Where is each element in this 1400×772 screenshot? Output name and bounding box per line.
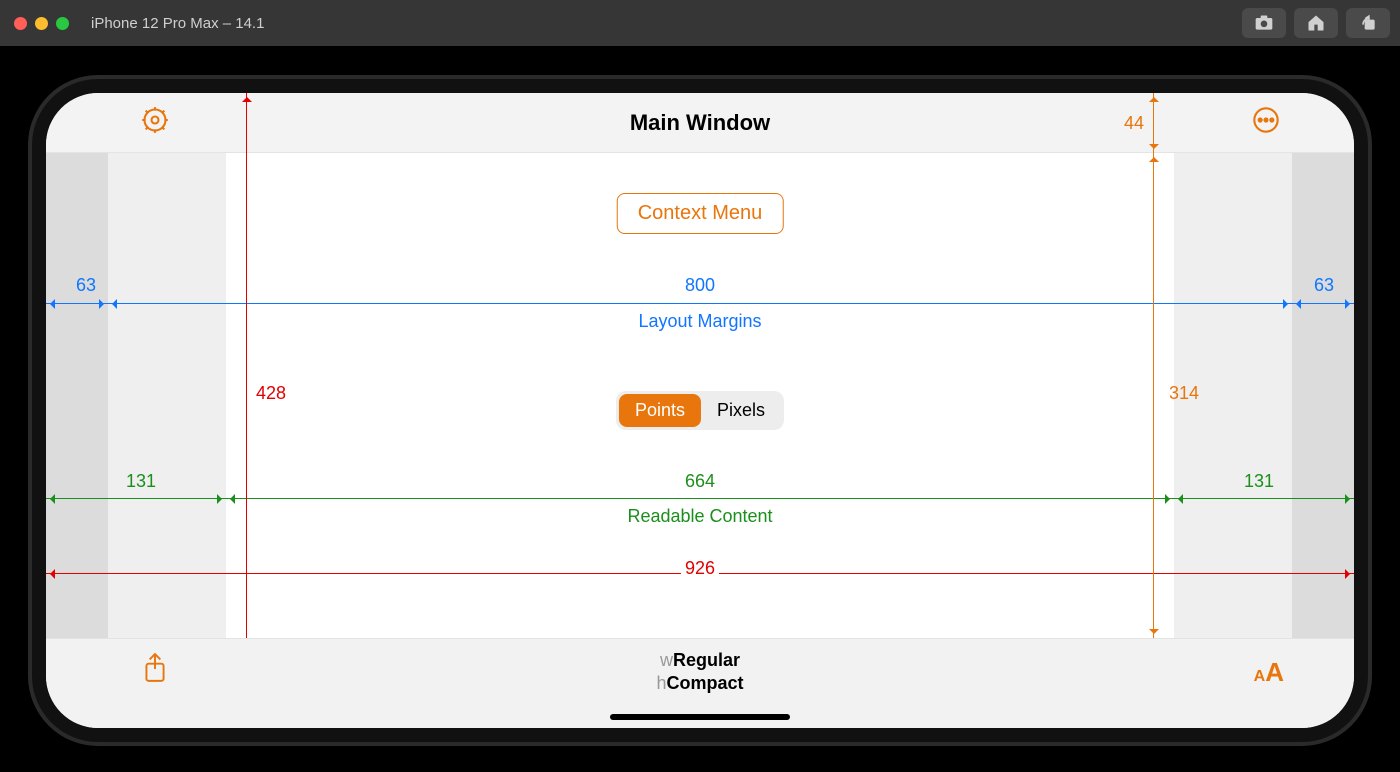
height-class-value: Compact bbox=[667, 673, 744, 693]
simulator-title: iPhone 12 Pro Max – 14.1 bbox=[91, 15, 264, 32]
readable-width-value: 664 bbox=[685, 471, 715, 492]
layout-margin-left bbox=[46, 153, 108, 638]
layout-margins-label: Layout Margins bbox=[638, 311, 761, 332]
page-title: Main Window bbox=[630, 110, 770, 136]
home-icon bbox=[1306, 13, 1326, 33]
readable-right-line bbox=[1174, 498, 1354, 499]
share-icon bbox=[142, 653, 168, 683]
window-controls bbox=[14, 17, 69, 30]
screen-width-value: 926 bbox=[681, 558, 719, 579]
nav-height-line bbox=[1153, 93, 1154, 153]
screenshot-button[interactable] bbox=[1242, 8, 1286, 38]
layout-margin-right-line bbox=[1292, 303, 1354, 304]
home-button[interactable] bbox=[1294, 8, 1338, 38]
text-size-big-icon: A bbox=[1265, 657, 1284, 687]
size-classes: wRegular hCompact bbox=[656, 649, 743, 696]
readable-left-line bbox=[46, 498, 226, 499]
device-frame: Main Window Context Menu Points Pixels 6… bbox=[28, 75, 1372, 746]
context-menu-button[interactable]: Context Menu bbox=[617, 193, 784, 234]
height-class-prefix: h bbox=[656, 673, 666, 693]
settings-button[interactable] bbox=[141, 106, 169, 139]
unit-toggle-pixels[interactable]: Pixels bbox=[701, 394, 781, 427]
readable-left-value: 131 bbox=[126, 471, 156, 492]
width-class-prefix: w bbox=[660, 650, 673, 670]
rotate-icon bbox=[1358, 13, 1378, 33]
safe-height-value: 314 bbox=[1169, 383, 1199, 404]
layout-margin-left-value: 63 bbox=[76, 275, 96, 296]
more-button[interactable] bbox=[1252, 106, 1280, 139]
simulator-titlebar: iPhone 12 Pro Max – 14.1 bbox=[0, 0, 1400, 46]
device-screen: Main Window Context Menu Points Pixels 6… bbox=[46, 93, 1354, 728]
layout-margin-right bbox=[1292, 153, 1354, 638]
screen-height-value: 428 bbox=[256, 383, 286, 404]
home-indicator[interactable] bbox=[610, 714, 790, 720]
nav-height-value: 44 bbox=[1124, 113, 1144, 134]
toolbar: wRegular hCompact AA bbox=[46, 638, 1354, 728]
layout-margin-width-line bbox=[108, 303, 1292, 304]
width-class-value: Regular bbox=[673, 650, 740, 670]
readable-label: Readable Content bbox=[627, 506, 772, 527]
readable-width-line bbox=[226, 498, 1174, 499]
content-area: Context Menu Points Pixels 63 800 Layout… bbox=[46, 153, 1354, 638]
camera-icon bbox=[1254, 13, 1274, 33]
unit-toggle[interactable]: Points Pixels bbox=[616, 391, 784, 430]
minimize-window-button[interactable] bbox=[35, 17, 48, 30]
safe-height-line bbox=[1153, 153, 1154, 638]
ellipsis-circle-icon bbox=[1252, 106, 1280, 134]
text-size-small-icon: A bbox=[1254, 668, 1266, 685]
layout-margin-width-value: 800 bbox=[685, 275, 715, 296]
share-button[interactable] bbox=[142, 653, 168, 688]
unit-toggle-points[interactable]: Points bbox=[619, 394, 701, 427]
text-size-button[interactable]: AA bbox=[1254, 657, 1284, 688]
rotate-button[interactable] bbox=[1346, 8, 1390, 38]
layout-margin-right-value: 63 bbox=[1314, 275, 1334, 296]
gear-icon bbox=[141, 106, 169, 134]
zoom-window-button[interactable] bbox=[56, 17, 69, 30]
close-window-button[interactable] bbox=[14, 17, 27, 30]
layout-margin-left-line bbox=[46, 303, 108, 304]
readable-right-value: 131 bbox=[1244, 471, 1274, 492]
screen-height-line bbox=[246, 93, 247, 728]
